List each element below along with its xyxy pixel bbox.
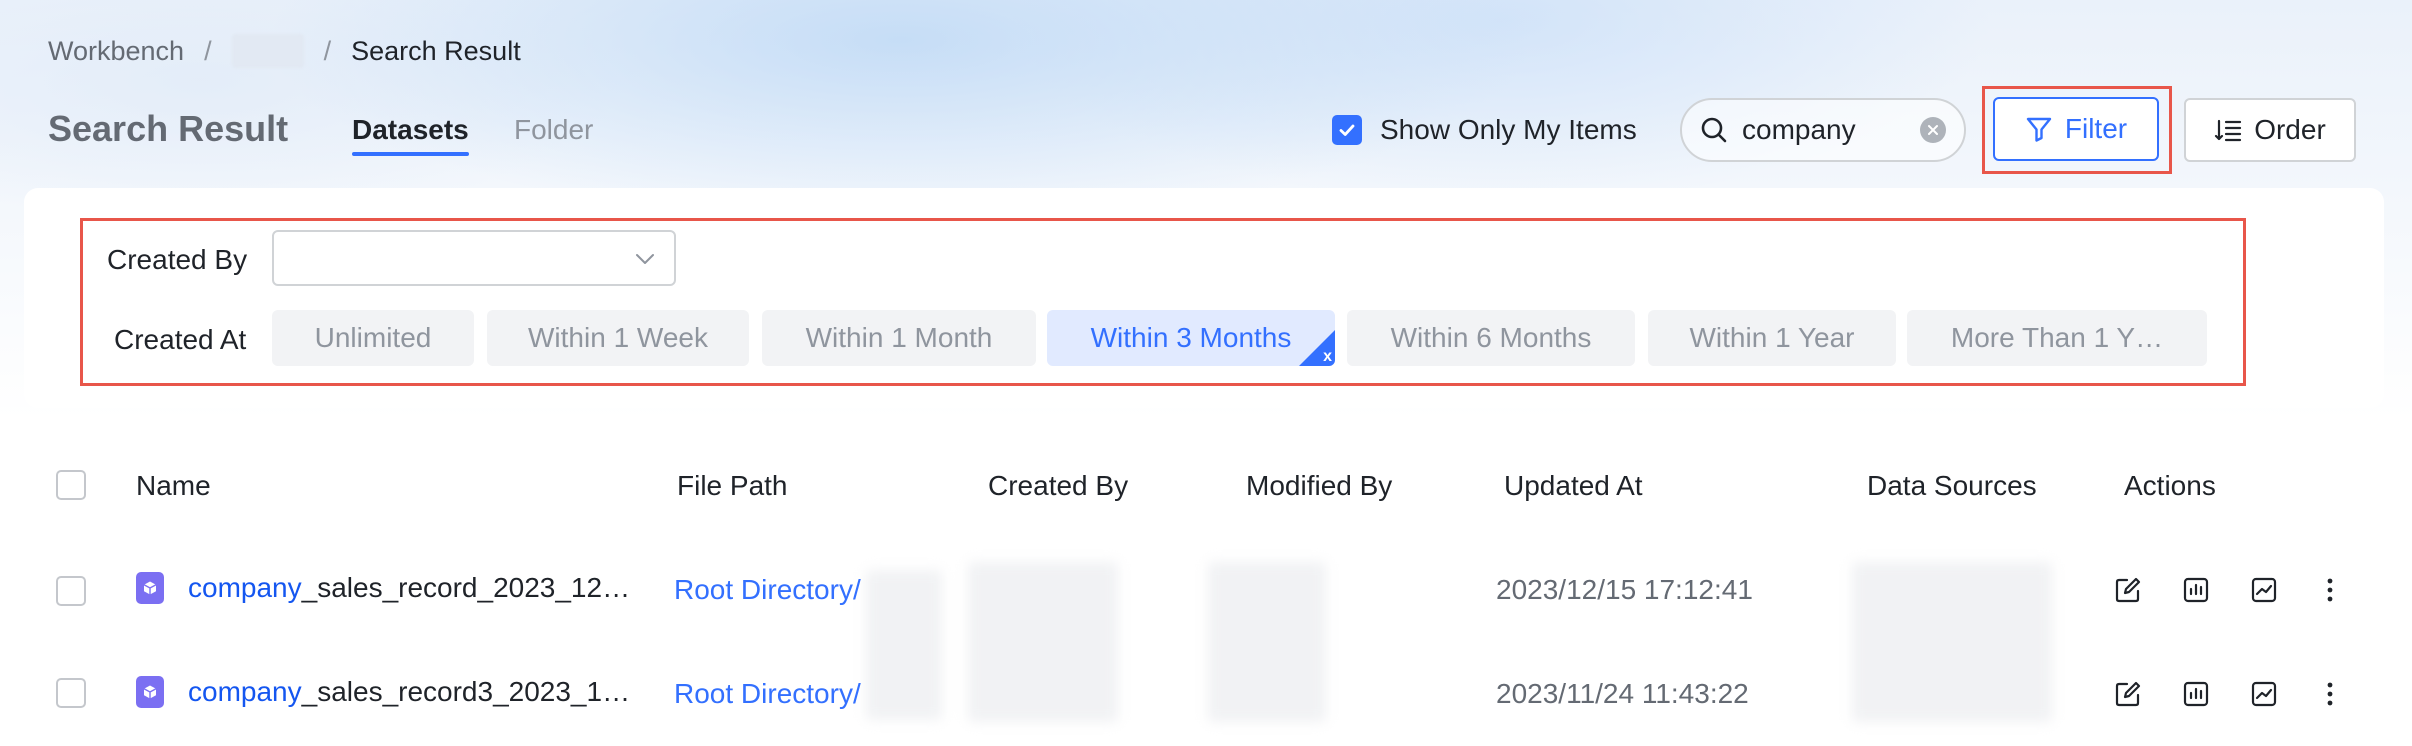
show-only-my-items-toggle[interactable]: Show Only My Items: [1332, 114, 1637, 146]
created-at-option-label: Within 6 Months: [1390, 322, 1592, 353]
column-header-file-path[interactable]: File Path: [677, 470, 788, 502]
breadcrumb-workbench[interactable]: Workbench: [48, 36, 184, 67]
column-header-updated-at[interactable]: Updated At: [1504, 470, 1643, 502]
search-input[interactable]: [1740, 113, 1914, 147]
column-header-data-sources[interactable]: Data Sources: [1867, 470, 2037, 502]
created-at-option-label: Within 3 Months: [1090, 322, 1292, 353]
created-at-label: Created At: [114, 324, 247, 355]
line-chart-icon[interactable]: [2250, 576, 2278, 604]
created-at-option-label: Unlimited: [314, 322, 432, 353]
created-at-option-within-1-month[interactable]: Within 1 Month: [762, 310, 1036, 366]
row-checkbox[interactable]: [56, 678, 86, 708]
created-at-option-label: Within 1 Month: [805, 322, 993, 353]
breadcrumb-current: Search Result: [351, 35, 521, 66]
search-icon: [1701, 117, 1727, 143]
redacted-data-sources-area: [1852, 562, 2052, 722]
filter-button[interactable]: Filter: [1993, 97, 2159, 161]
dataset-name: company_sales_record_2023_12…: [188, 572, 630, 604]
deselect-icon[interactable]: x: [1323, 348, 1332, 366]
cube-glyph: [143, 581, 157, 595]
created-by-select[interactable]: [272, 230, 676, 286]
breadcrumb-redacted: [231, 34, 304, 68]
search-match: company: [188, 572, 302, 603]
created-at-option-within-1-week[interactable]: Within 1 Week: [487, 310, 749, 366]
order-button-label: Order: [2254, 114, 2326, 145]
table-row-name[interactable]: company_sales_record3_2023_1…: [136, 676, 630, 708]
clear-icon[interactable]: [1920, 117, 1946, 143]
breadcrumb-separator: /: [204, 35, 212, 66]
redacted-created-by-area: [968, 562, 1118, 722]
created-at-option-within-6-months[interactable]: Within 6 Months: [1347, 310, 1635, 366]
dataset-icon: [136, 676, 164, 708]
edit-icon[interactable]: [2114, 576, 2142, 604]
chevron-down-icon: [636, 254, 654, 264]
search-box[interactable]: [1680, 98, 1966, 162]
table-row-name[interactable]: company_sales_record_2023_12…: [136, 572, 630, 604]
column-header-created-by[interactable]: Created By: [988, 470, 1128, 502]
dataset-name-rest: _sales_record_2023_12…: [301, 572, 631, 603]
filter-button-label: Filter: [2064, 113, 2128, 144]
order-button[interactable]: Order: [2184, 98, 2356, 162]
updated-at: 2023/11/24 11:43:22: [1496, 678, 1749, 709]
tab-folder[interactable]: Folder: [514, 114, 593, 146]
column-header-modified-by[interactable]: Modified By: [1246, 470, 1392, 502]
created-at-option-more-than-1-year[interactable]: More Than 1 Y…: [1907, 310, 2207, 366]
created-at-option-within-1-year[interactable]: Within 1 Year: [1648, 310, 1896, 366]
dataset-name: company_sales_record3_2023_1…: [188, 676, 630, 708]
breadcrumb-separator: /: [323, 35, 332, 66]
select-all-checkbox[interactable]: [56, 470, 86, 500]
cube-glyph: [143, 685, 157, 699]
file-path-link[interactable]: Root Directory/: [674, 574, 861, 606]
redacted-modified-by-area: [1208, 562, 1326, 722]
created-at-option-within-3-months[interactable]: Within 3 Months x: [1047, 310, 1335, 366]
column-header-name[interactable]: Name: [136, 470, 211, 502]
column-header-actions: Actions: [2124, 470, 2216, 501]
checkbox-checked[interactable]: [1332, 115, 1362, 145]
created-at-option-label: Within 1 Year: [1689, 322, 1855, 353]
line-chart-icon[interactable]: [2250, 680, 2278, 708]
sort-list-icon: [2215, 119, 2242, 142]
file-path-link[interactable]: Root Directory/: [674, 678, 861, 710]
tab-datasets[interactable]: Datasets: [352, 114, 469, 156]
check-icon: [1339, 124, 1355, 136]
created-by-label: Created By: [107, 244, 248, 275]
bar-chart-icon[interactable]: [2182, 680, 2210, 708]
redacted-path-area: [866, 570, 942, 720]
breadcrumb: Workbench / / Search Result: [48, 34, 521, 68]
created-at-option-label: Within 1 Week: [528, 322, 708, 353]
dataset-name-rest: _sales_record3_2023_1…: [301, 676, 631, 707]
search-match: company: [188, 676, 302, 707]
created-at-option-label: More Than 1 Y…: [1950, 322, 2164, 353]
bar-chart-icon[interactable]: [2182, 576, 2210, 604]
close-icon: [1928, 125, 1938, 135]
edit-icon[interactable]: [2114, 680, 2142, 708]
page-title: Search Result: [48, 108, 289, 149]
updated-at: 2023/12/15 17:12:41: [1496, 574, 1753, 605]
more-vertical-icon[interactable]: [2320, 576, 2340, 604]
funnel-icon: [2026, 117, 2052, 142]
show-only-my-items-label: Show Only My Items: [1380, 114, 1637, 145]
created-at-option-unlimited[interactable]: Unlimited: [272, 310, 474, 366]
row-checkbox[interactable]: [56, 576, 86, 606]
dataset-icon: [136, 572, 164, 604]
more-vertical-icon[interactable]: [2320, 680, 2340, 708]
